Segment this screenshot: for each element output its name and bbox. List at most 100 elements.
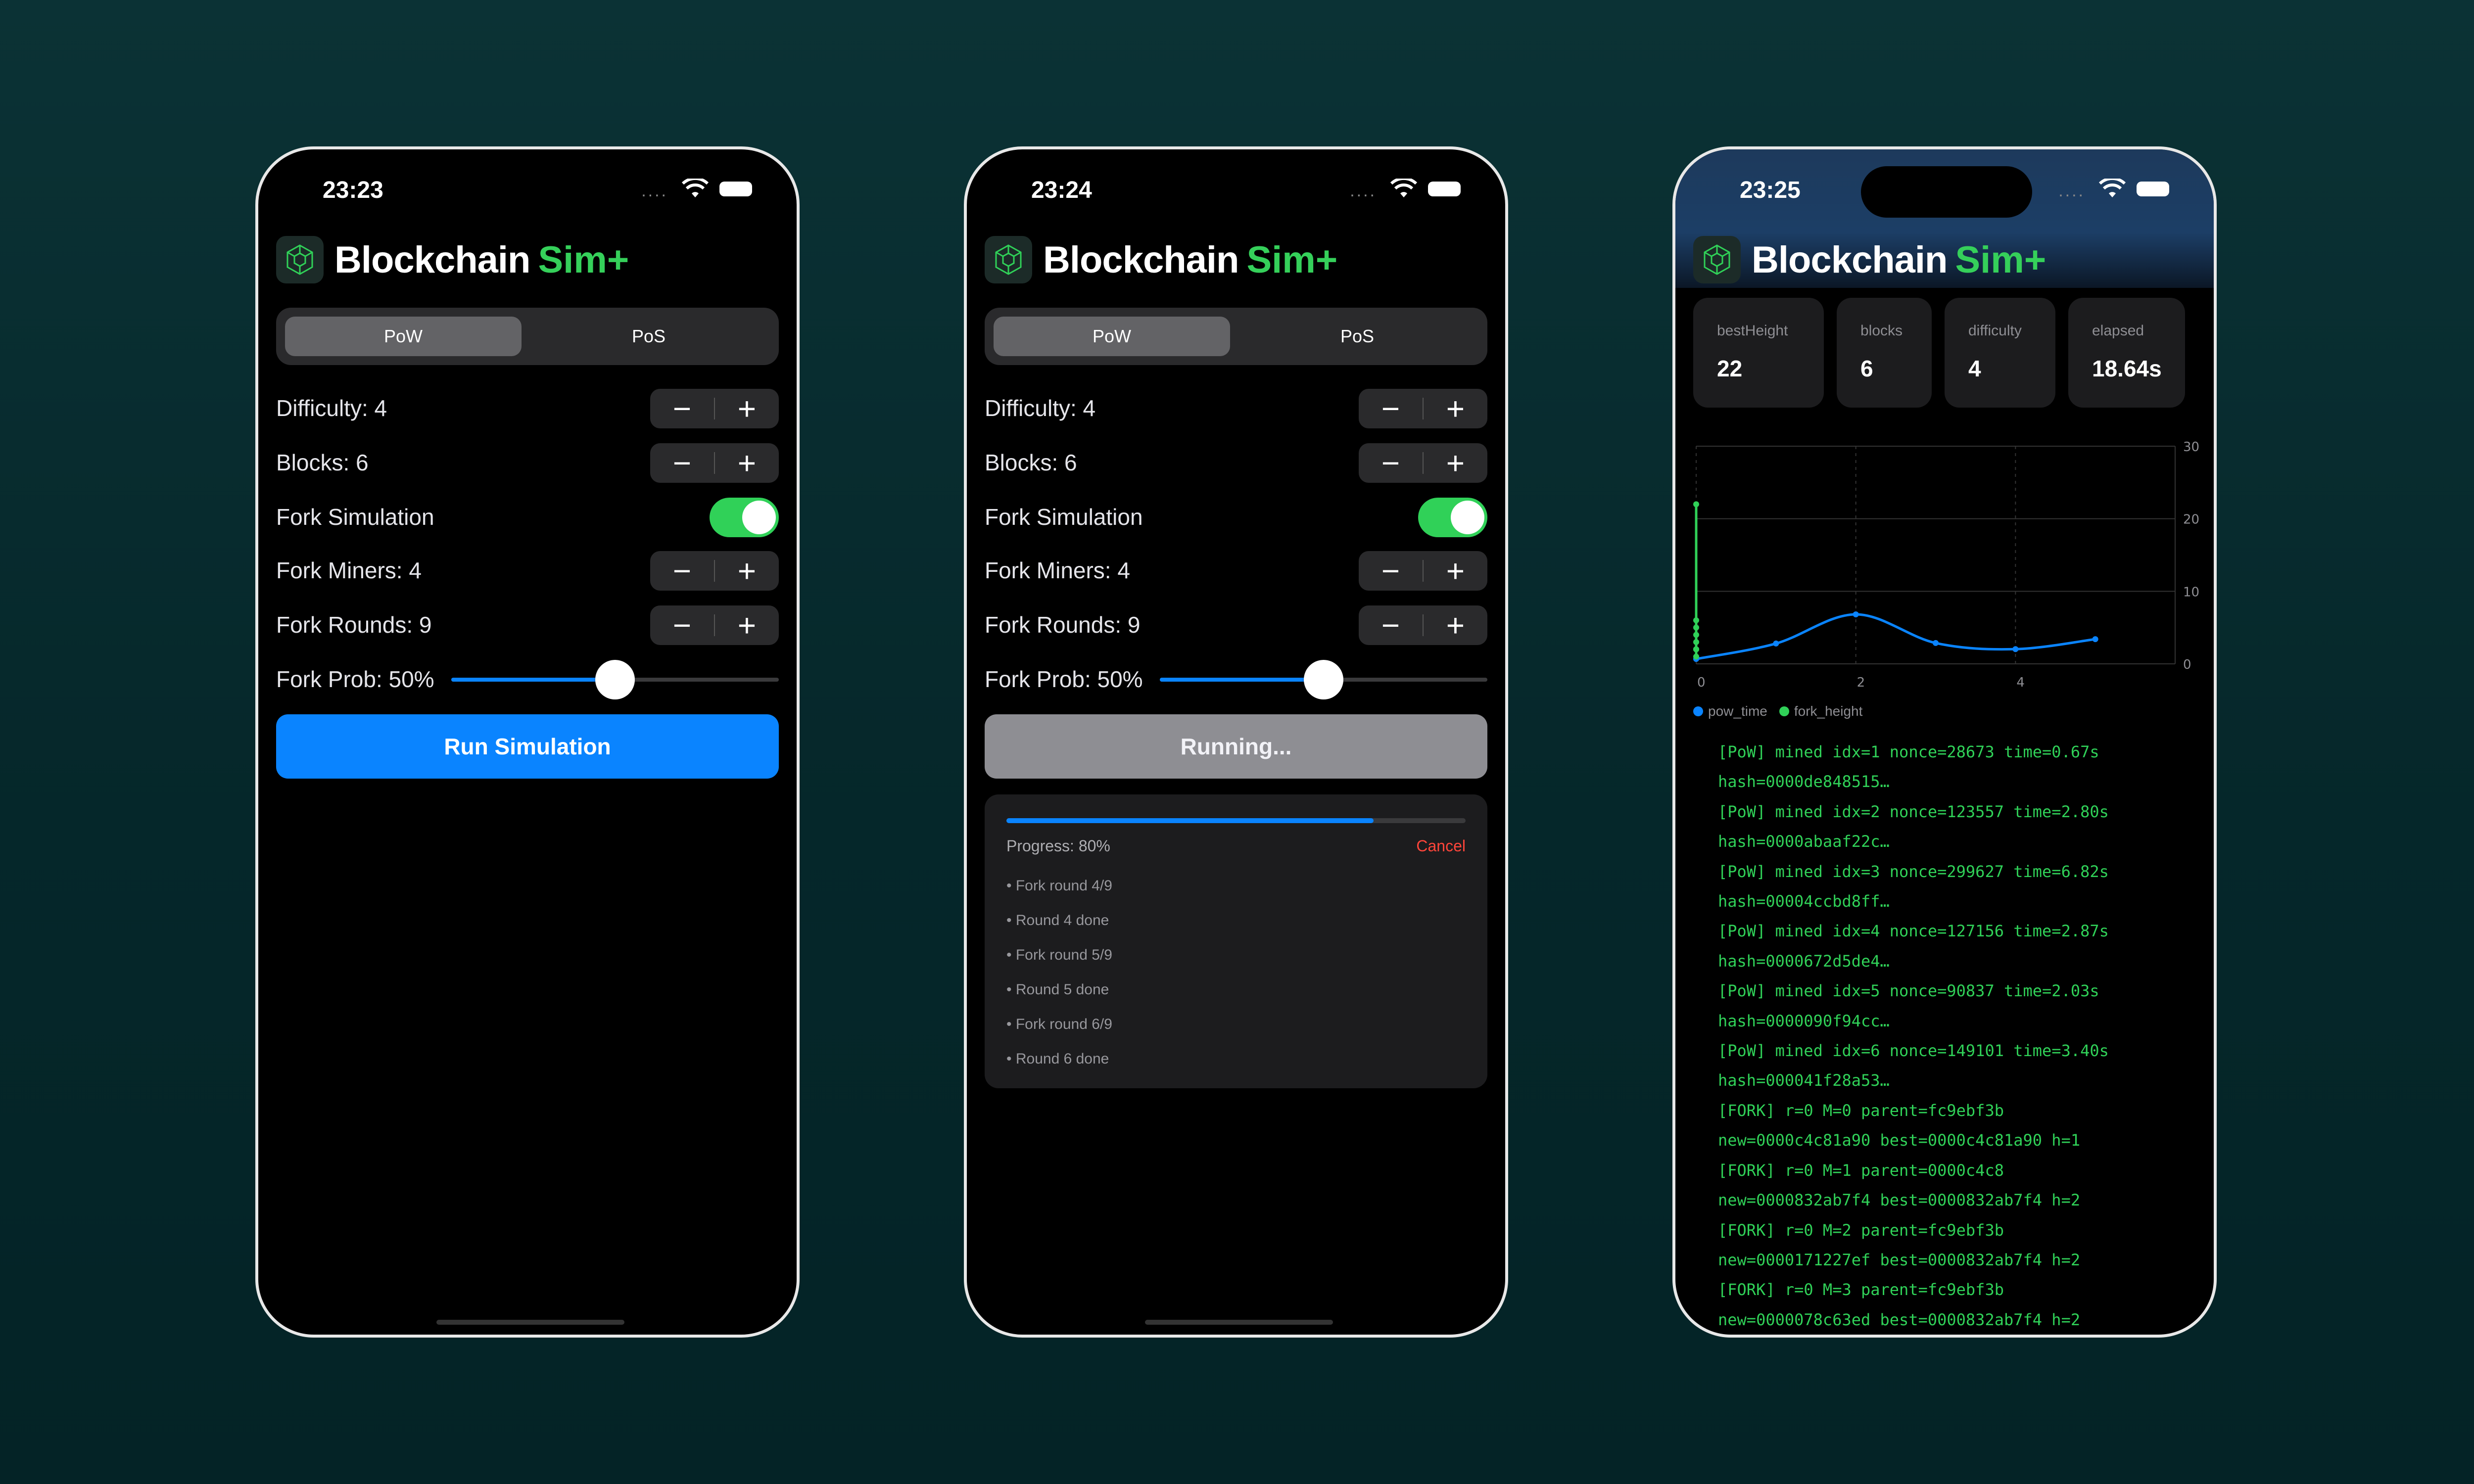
decrement-button[interactable]: − (650, 605, 714, 645)
legend-swatch-fork-height (1779, 706, 1789, 716)
tab-pos[interactable]: PoS (1239, 317, 1475, 356)
phone-screen-running: 23:24 .... Blockchain Sim+ PoW PoS Diffi… (964, 146, 1508, 1338)
stat-card-elapsed: elapsed 18.64s (2068, 298, 2185, 408)
cube-network-logo-icon (276, 236, 324, 283)
fork-prob-slider[interactable] (1160, 660, 1487, 699)
list-item: • Fork round 4/9 (1006, 878, 1112, 894)
log-line: hash=0000090f94cc… (1718, 1011, 1890, 1030)
data-point-pow-time (2012, 646, 2019, 652)
fork-rounds-row: Fork Rounds: 9 − + (985, 603, 1487, 647)
app-title: Blockchain (334, 238, 530, 281)
difficulty-stepper: − + (650, 389, 779, 428)
fork-miners-label: Fork Miners: 4 (985, 557, 1130, 583)
legend-swatch-pow-time (1693, 706, 1703, 716)
log-line: [FORK] r=0 M=1 parent=0000c4c8 (1718, 1160, 2004, 1180)
app-header: Blockchain Sim+ (1693, 232, 2046, 287)
decrement-button[interactable]: − (650, 443, 714, 483)
progress-bar (1006, 818, 1466, 823)
stat-value: 4 (1968, 356, 1981, 381)
legend-label-pow-time: pow_time (1708, 703, 1767, 719)
slider-thumb[interactable] (1304, 660, 1343, 699)
tab-pow[interactable]: PoW (994, 317, 1230, 356)
status-time: 23:25 (1740, 177, 1801, 203)
fork-prob-slider[interactable] (451, 660, 779, 699)
fork-simulation-toggle[interactable] (1418, 498, 1487, 537)
log-line: [FORK] r=0 M=3 parent=fc9ebf3b (1718, 1280, 2004, 1299)
fork-prob-label: Fork Prob: 50% (276, 666, 434, 692)
results-line-chart: 0 10 20 30 0 2 4 (1693, 440, 2199, 690)
fork-rounds-stepper: − + (650, 605, 779, 645)
fork-prob-label: Fork Prob: 50% (985, 666, 1143, 692)
app-title-accent: Sim+ (538, 238, 629, 281)
stat-label: elapsed (2092, 323, 2144, 339)
battery-icon (1428, 182, 1461, 196)
blocks-row: Blocks: 6 − + (276, 440, 779, 485)
stat-value: 6 (1860, 356, 1873, 381)
increment-button[interactable]: + (715, 443, 779, 483)
decrement-button[interactable]: − (1359, 605, 1423, 645)
wifi-icon (2099, 179, 2126, 197)
fork-prob-row: Fork Prob: 50% (985, 657, 1487, 701)
fork-simulation-label: Fork Simulation (985, 504, 1143, 530)
list-item: • Round 6 done (1006, 1051, 1109, 1067)
status-bar: 23:24 .... (967, 177, 1505, 211)
x-tick-label: 0 (1697, 675, 1706, 690)
legend-label-fork-height: fork_height (1794, 703, 1863, 719)
difficulty-label: Difficulty: 4 (276, 395, 387, 421)
blocks-stepper: − + (1359, 443, 1487, 483)
increment-button[interactable]: + (1424, 443, 1487, 483)
wifi-icon (682, 179, 709, 197)
fork-simulation-row: Fork Simulation (276, 495, 779, 539)
cellular-signal-icon: .... (1350, 182, 1377, 200)
running-button[interactable]: Running... (985, 714, 1487, 779)
list-item: • Fork round 6/9 (1006, 1016, 1112, 1032)
decrement-button[interactable]: − (650, 551, 714, 591)
fork-simulation-label: Fork Simulation (276, 504, 434, 530)
fork-rounds-row: Fork Rounds: 9 − + (276, 603, 779, 647)
cancel-button[interactable]: Cancel (1416, 837, 1466, 855)
fork-simulation-toggle[interactable] (710, 498, 779, 537)
log-line: new=0000078c63ed best=0000832ab7f4 h=2 (1718, 1310, 2081, 1329)
log-line: [PoW] mined idx=3 nonce=299627 time=6.82… (1718, 862, 2109, 881)
series-line-pow-time (1696, 613, 2095, 660)
increment-button[interactable]: + (715, 605, 779, 645)
data-point-fork-height (1693, 639, 1699, 645)
stat-label: difficulty (1968, 323, 2022, 339)
slider-thumb[interactable] (595, 660, 635, 699)
increment-button[interactable]: + (1424, 551, 1487, 591)
data-point-pow-time (1773, 640, 1779, 647)
decrement-button[interactable]: − (1359, 551, 1423, 591)
consensus-segmented-control: PoW PoS (276, 308, 779, 365)
home-indicator (1145, 1320, 1333, 1325)
increment-button[interactable]: + (715, 551, 779, 591)
increment-button[interactable]: + (1424, 389, 1487, 428)
fork-rounds-label: Fork Rounds: 9 (985, 612, 1141, 638)
log-line: hash=0000672d5de4… (1718, 951, 1890, 971)
data-point-fork-height (1693, 653, 1699, 660)
fork-miners-stepper: − + (650, 551, 779, 591)
fork-prob-row: Fork Prob: 50% (276, 657, 779, 701)
increment-button[interactable]: + (715, 389, 779, 428)
decrement-button[interactable]: − (650, 389, 714, 428)
blocks-stepper: − + (650, 443, 779, 483)
decrement-button[interactable]: − (1359, 443, 1423, 483)
increment-button[interactable]: + (1424, 605, 1487, 645)
difficulty-row: Difficulty: 4 − + (276, 386, 779, 430)
list-item: • Round 5 done (1006, 981, 1109, 998)
status-time: 23:24 (1031, 177, 1092, 203)
app-title-accent: Sim+ (1246, 238, 1338, 281)
fork-miners-row: Fork Miners: 4 − + (985, 548, 1487, 593)
app-title: Blockchain (1752, 238, 1948, 281)
tab-pos[interactable]: PoS (530, 317, 767, 356)
decrement-button[interactable]: − (1359, 389, 1423, 428)
data-point-pow-time (1933, 640, 1939, 646)
run-simulation-button[interactable]: Run Simulation (276, 714, 779, 779)
y-tick-label: 0 (2183, 657, 2191, 672)
data-point-fork-height (1693, 624, 1699, 631)
cellular-signal-icon: .... (641, 182, 668, 200)
data-point-fork-height (1693, 646, 1699, 652)
tab-pow[interactable]: PoW (285, 317, 522, 356)
log-line: [PoW] mined idx=6 nonce=149101 time=3.40… (1718, 1041, 2109, 1061)
status-bar: 23:25 .... (1675, 177, 2214, 211)
data-point-fork-height (1693, 617, 1699, 623)
